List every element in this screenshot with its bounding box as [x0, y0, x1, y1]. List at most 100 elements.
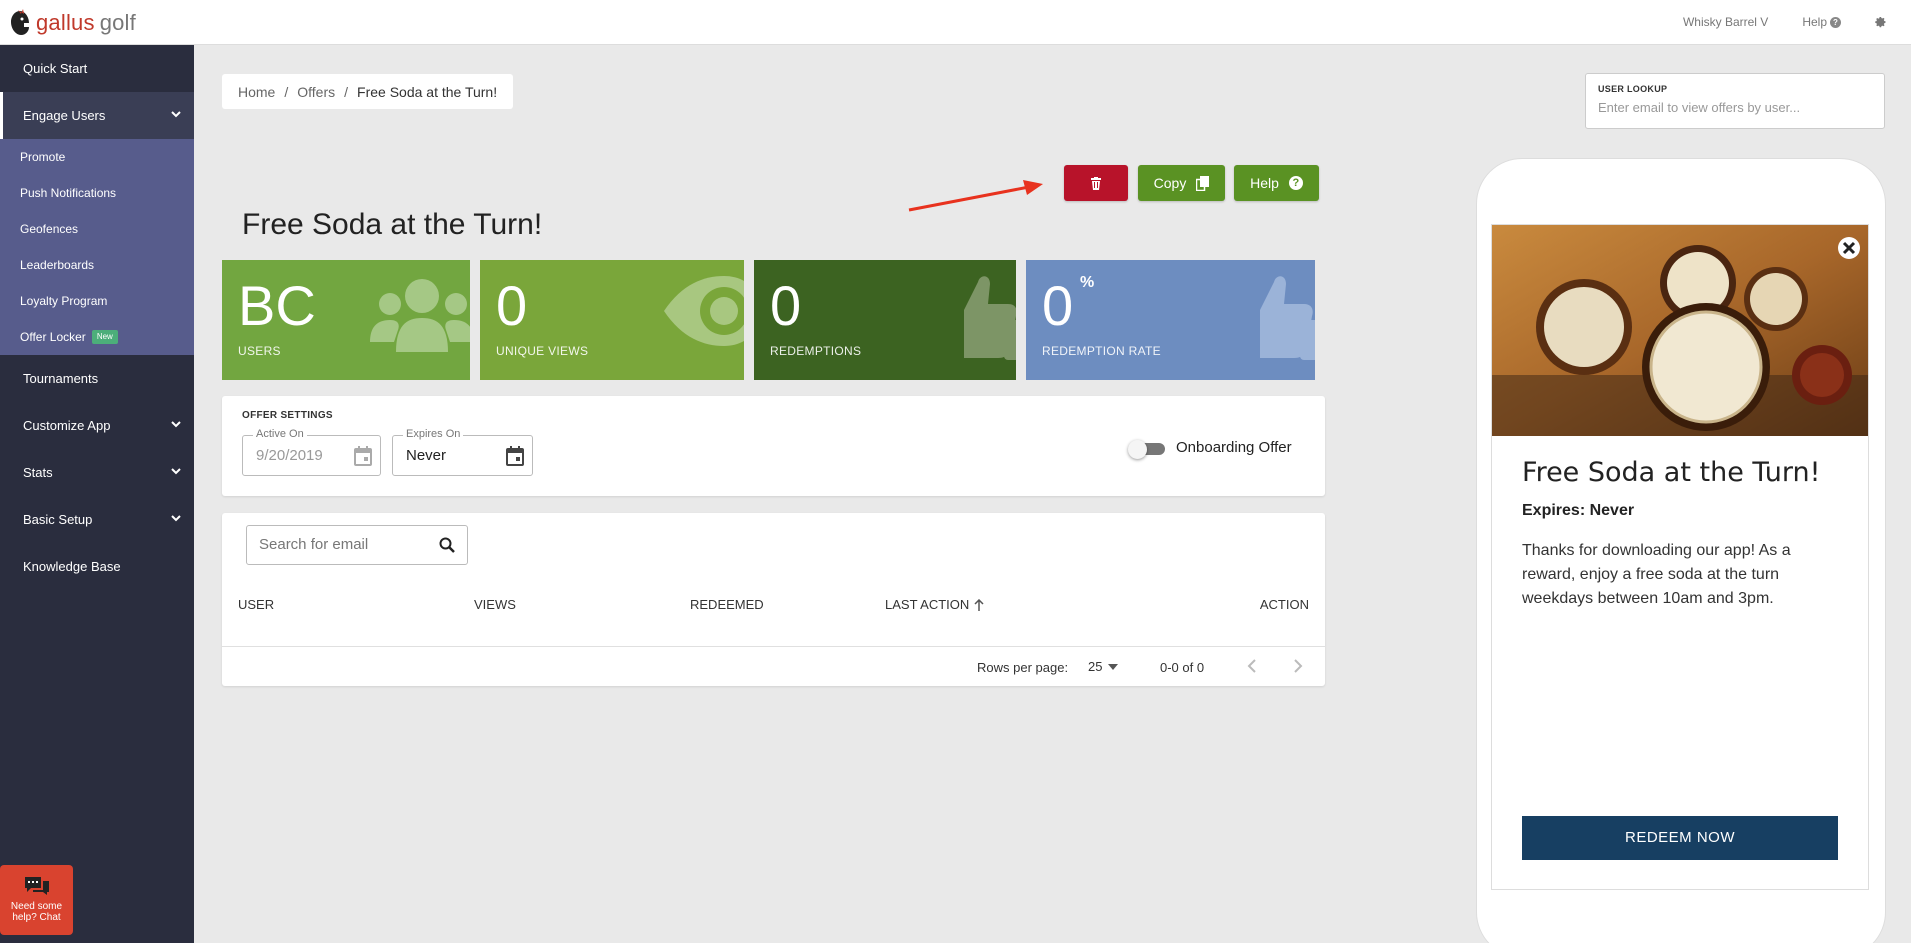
sidebar-item-stats[interactable]: Stats — [0, 449, 194, 496]
sidebar-item-quick-start[interactable]: Quick Start — [0, 45, 194, 92]
chevron-down-icon — [171, 421, 181, 428]
account-name[interactable]: Whisky Barrel V — [1683, 15, 1768, 29]
redeem-now-button[interactable]: REDEEM NOW — [1522, 816, 1838, 860]
offer-settings-title: OFFER SETTINGS — [242, 410, 333, 421]
chevron-down-icon — [171, 111, 181, 118]
sidebar-item-label: Offer Locker — [20, 330, 86, 344]
stat-card-redemptions: 0 REDEMPTIONS — [754, 260, 1016, 380]
sidebar-item-knowledge-base[interactable]: Knowledge Base — [0, 543, 194, 590]
offer-users-table: USER VIEWS REDEEMED LAST ACTION ACTION R… — [222, 513, 1325, 686]
rows-per-page-value: 25 — [1088, 659, 1103, 674]
chat-help-label: Need some help? Chat — [10, 901, 63, 923]
rows-per-page-select[interactable]: 25 — [1088, 659, 1119, 674]
thumbs-up-icon — [1260, 276, 1315, 360]
sidebar-item-geofences[interactable]: Geofences — [0, 211, 194, 247]
user-lookup-input[interactable] — [1598, 100, 1872, 115]
stat-card-redemption-rate: 0 % REDEMPTION RATE — [1026, 260, 1315, 380]
table-pagination: Rows per page: 25 0-0 of 0 — [222, 647, 1325, 686]
sort-arrow-up-icon — [974, 598, 984, 611]
annotation-arrow-icon — [908, 180, 1043, 212]
copy-button-label: Copy — [1153, 175, 1187, 191]
logo-text-gallus: gallus — [36, 10, 95, 35]
preview-title: Free Soda at the Turn! — [1522, 457, 1821, 488]
chat-help-button[interactable]: Need some help? Chat — [0, 865, 73, 935]
email-search — [246, 525, 468, 565]
sidebar-item-tournaments[interactable]: Tournaments — [0, 355, 194, 402]
column-header-action: ACTION — [1259, 597, 1309, 612]
expires-on-value: Never — [406, 447, 447, 464]
sidebar-item-offer-locker[interactable]: Offer Locker New — [0, 319, 194, 355]
chevron-left-icon[interactable] — [1246, 658, 1258, 674]
user-lookup: USER LOOKUP — [1585, 73, 1885, 129]
help-link-label: Help — [1802, 15, 1827, 29]
stat-card-unique-views: 0 UNIQUE VIEWS — [480, 260, 744, 380]
expires-on-field[interactable]: Expires On Never — [392, 428, 533, 476]
breadcrumb-separator: / — [344, 83, 349, 100]
chevron-right-icon[interactable] — [1292, 658, 1304, 674]
sidebar-item-push-notifications[interactable]: Push Notifications — [0, 175, 194, 211]
breadcrumb-home[interactable]: Home — [238, 84, 275, 100]
caret-down-icon — [1108, 663, 1119, 670]
help-button[interactable]: Help ? — [1234, 165, 1319, 201]
stat-users-label: USERS — [238, 344, 281, 358]
breadcrumb: Home / Offers / Free Soda at the Turn! — [222, 74, 514, 109]
preview-description: Thanks for downloading our app! As a rew… — [1522, 542, 1791, 607]
gear-icon[interactable] — [1875, 16, 1887, 28]
logo-text-golf: golf — [99, 10, 136, 35]
calendar-icon — [354, 446, 372, 466]
stat-views-value: 0 — [496, 274, 528, 337]
breadcrumb-current: Free Soda at the Turn! — [357, 83, 498, 100]
beer-glasses-image — [1492, 225, 1868, 436]
new-badge: New — [91, 330, 118, 344]
sidebar-item-label: Customize App — [23, 418, 111, 433]
chevron-down-icon — [171, 468, 181, 475]
chevron-down-icon — [171, 515, 181, 522]
offer-image — [1492, 225, 1868, 436]
copy-button[interactable]: Copy — [1138, 165, 1225, 201]
column-header-last-action[interactable]: LAST ACTION — [885, 597, 984, 612]
pagination-range: 0-0 of 0 — [1160, 660, 1205, 675]
stat-redemptions-label: REDEMPTIONS — [770, 344, 862, 358]
column-header-label: LAST ACTION — [885, 597, 970, 612]
sidebar-item-promote[interactable]: Promote — [0, 139, 194, 175]
users-icon — [370, 279, 470, 352]
sidebar: Quick Start Engage Users Promote Push No… — [0, 45, 194, 943]
app-logo[interactable]: gallus golf — [8, 9, 136, 37]
close-preview-button[interactable] — [1838, 237, 1860, 259]
delete-button[interactable] — [1064, 165, 1128, 201]
sidebar-item-basic-setup[interactable]: Basic Setup — [0, 496, 194, 543]
stat-rate-percent: % — [1080, 274, 1095, 291]
calendar-icon[interactable] — [506, 446, 524, 466]
stat-redemptions-value: 0 — [770, 274, 802, 337]
column-header-views[interactable]: VIEWS — [474, 597, 516, 612]
engage-users-submenu: Promote Push Notifications Geofences Lea… — [0, 139, 194, 355]
user-lookup-label: USER LOOKUP — [1598, 84, 1668, 94]
stat-rate-label: REDEMPTION RATE — [1042, 344, 1161, 358]
email-search-input[interactable] — [259, 536, 419, 553]
sidebar-item-customize-app[interactable]: Customize App — [0, 402, 194, 449]
trash-icon — [1091, 176, 1101, 190]
column-header-redeemed[interactable]: REDEEMED — [690, 597, 764, 612]
stat-rate-value: 0 — [1042, 274, 1074, 337]
sidebar-item-loyalty-program[interactable]: Loyalty Program — [0, 283, 194, 319]
eye-icon — [664, 276, 744, 346]
search-icon[interactable] — [439, 537, 455, 553]
chat-icon — [24, 877, 49, 895]
stat-views-label: UNIQUE VIEWS — [496, 344, 589, 358]
breadcrumb-separator: / — [284, 83, 289, 100]
active-on-field[interactable]: Active On 9/20/2019 — [242, 428, 381, 476]
offer-settings-card: OFFER SETTINGS Active On 9/20/2019 Expir… — [222, 396, 1325, 496]
question-circle-icon: ? — [1288, 176, 1303, 190]
breadcrumb-offers[interactable]: Offers — [297, 84, 335, 100]
active-on-label: Active On — [253, 428, 307, 440]
onboarding-offer-label: Onboarding Offer — [1176, 439, 1292, 456]
column-header-user[interactable]: USER — [238, 597, 274, 612]
sidebar-item-leaderboards[interactable]: Leaderboards — [0, 247, 194, 283]
onboarding-offer-toggle[interactable] — [1128, 440, 1165, 459]
help-link[interactable]: Help ? — [1802, 15, 1841, 29]
top-bar: gallus golf Whisky Barrel V Help ? — [0, 0, 1911, 45]
active-on-value: 9/20/2019 — [256, 447, 323, 464]
sidebar-item-engage-users[interactable]: Engage Users — [0, 92, 194, 139]
sidebar-item-label: Engage Users — [23, 108, 106, 123]
rooster-logo-icon — [11, 9, 29, 35]
